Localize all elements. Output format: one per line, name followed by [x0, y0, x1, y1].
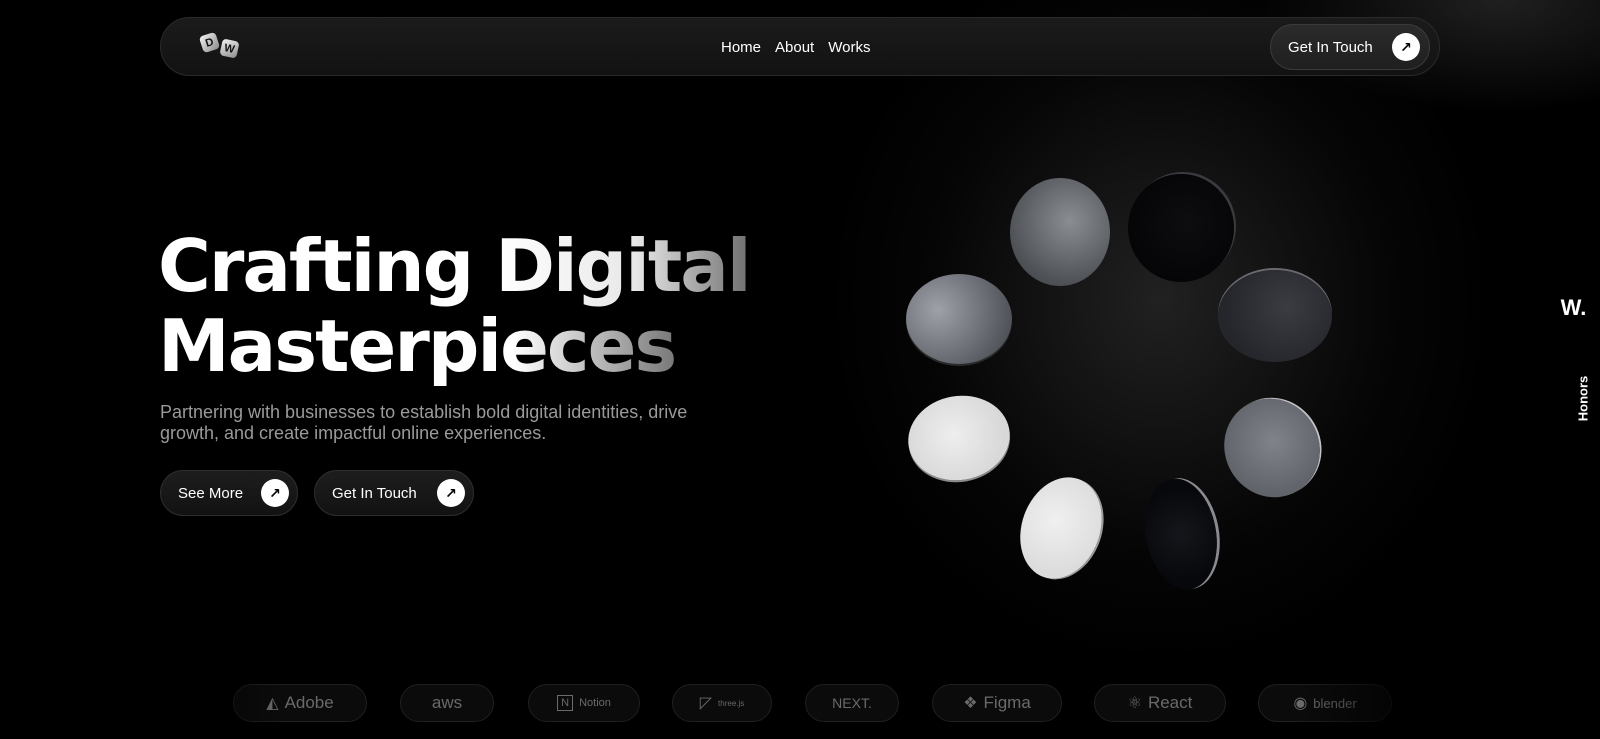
- hero-get-in-touch-button[interactable]: Get In Touch ↗: [314, 470, 474, 516]
- headline-word-digital: Digital: [495, 224, 751, 308]
- hero-3d-disc-ring: [900, 170, 1340, 610]
- nav-link-works[interactable]: Works: [828, 39, 870, 56]
- disc-6: [1006, 465, 1116, 591]
- arrow-up-right-icon: ↗: [261, 479, 289, 507]
- brand-label: aws: [431, 693, 463, 712]
- notion-icon: N: [557, 695, 574, 711]
- threejs-icon: ◸: [699, 695, 713, 712]
- side-tab-logo: W.: [1560, 295, 1587, 320]
- logo-cube-w: W: [219, 38, 240, 59]
- headline-word-crafting: Crafting: [158, 224, 496, 308]
- brand-label: NEXT.: [832, 695, 872, 711]
- honors-side-tab[interactable]: W. Honors: [1547, 281, 1600, 449]
- brand-figma: ❖ Figma: [932, 684, 1062, 722]
- nav-get-in-touch-button[interactable]: Get In Touch ↗: [1270, 24, 1430, 70]
- brand-strip-fade-left: [140, 670, 280, 739]
- brand-notion: N Notion: [528, 684, 640, 722]
- top-navbar: D W Home About Works Get In Touch ↗: [160, 17, 1440, 76]
- headline-line-1: Crafting Digital: [158, 224, 752, 308]
- disc-3: [1218, 270, 1332, 362]
- arrow-up-right-icon: ↗: [437, 479, 465, 507]
- brand-threejs: ◸ three.js: [672, 684, 772, 722]
- brand-label: three.js: [718, 698, 745, 708]
- nav-link-about[interactable]: About: [775, 39, 814, 56]
- disc-4: [1206, 381, 1338, 515]
- brand-label: Adobe: [284, 693, 334, 712]
- arrow-up-right-icon: ↗: [1392, 33, 1420, 61]
- see-more-button[interactable]: See More ↗: [160, 470, 298, 516]
- figma-icon: ❖: [963, 695, 978, 712]
- disc-7: [901, 387, 1017, 489]
- brand-label: React: [1147, 693, 1193, 712]
- brand-label: Notion: [579, 697, 611, 709]
- brand-strip-fade-right: [1300, 670, 1440, 739]
- brand-react: ⚛ React: [1094, 684, 1226, 722]
- react-icon: ⚛: [1127, 695, 1142, 712]
- brand-label: Figma: [983, 693, 1031, 712]
- side-tab-label: Honors: [1575, 375, 1591, 422]
- nav-cta-label: Get In Touch: [1288, 38, 1373, 56]
- brand-aws: aws: [400, 684, 494, 722]
- hero-subtitle: Partnering with businesses to establish …: [160, 402, 688, 443]
- nav-links: Home About Works: [721, 18, 870, 77]
- headline-line-2: Masterpieces: [158, 306, 750, 386]
- site-logo[interactable]: D W: [198, 31, 251, 62]
- hero-headline: Crafting Digital Masterpieces: [158, 224, 752, 386]
- hero-get-in-touch-label: Get In Touch: [332, 484, 417, 502]
- logo-cube-d: D: [198, 31, 221, 54]
- brand-logo-strip: ◭ Adobe aws N Notion ◸ three.js NEXT. ❖ …: [160, 684, 1400, 722]
- disc-8: [906, 274, 1012, 364]
- brand-next: NEXT.: [805, 684, 899, 722]
- disc-1: [1010, 178, 1110, 286]
- disc-2: [1128, 174, 1234, 282]
- disc-5: [1136, 472, 1226, 596]
- see-more-label: See More: [178, 484, 244, 502]
- nav-link-home[interactable]: Home: [721, 39, 761, 56]
